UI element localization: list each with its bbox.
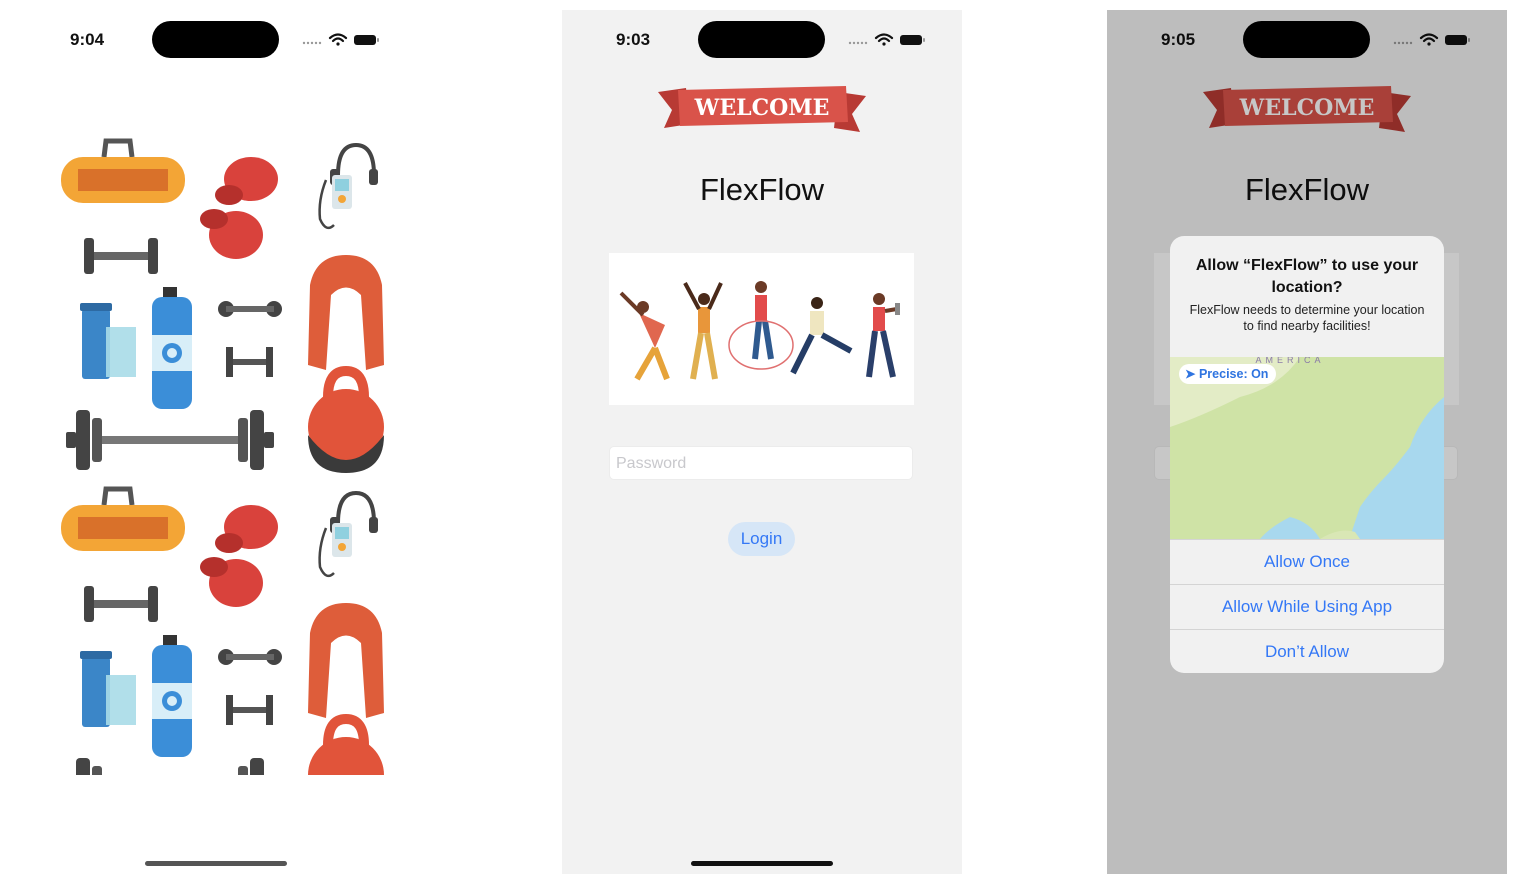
person-lifting-icon xyxy=(866,293,900,378)
home-indicator xyxy=(145,861,287,866)
signal-dots-icon xyxy=(302,41,322,45)
allow-while-using-button[interactable]: Allow While Using App xyxy=(1170,584,1444,629)
dont-allow-button[interactable]: Don’t Allow xyxy=(1170,629,1444,673)
welcome-banner: WELCOME xyxy=(658,86,866,132)
person-stretching-icon xyxy=(619,291,670,381)
login-button[interactable]: Login xyxy=(728,522,795,556)
wifi-icon xyxy=(874,33,894,46)
signal-dots-icon xyxy=(848,41,868,45)
location-arrow-icon: ➤ xyxy=(1185,367,1196,381)
splash-screen: 9:04 xyxy=(16,10,416,874)
location-permission-alert: Allow “FlexFlow” to use your location? F… xyxy=(1170,236,1444,673)
home-indicator xyxy=(691,861,833,866)
allow-once-button[interactable]: Allow Once xyxy=(1170,539,1444,584)
alert-message: FlexFlow needs to determine your locatio… xyxy=(1189,303,1425,333)
status-icons xyxy=(848,33,925,46)
fitness-illustration xyxy=(609,253,914,405)
battery-icon xyxy=(900,35,925,45)
banner-text: WELCOME xyxy=(694,95,830,121)
location-map: AMERICA xyxy=(1170,357,1444,539)
dynamic-island xyxy=(698,21,825,58)
precise-label: Precise: On xyxy=(1198,367,1269,381)
wifi-icon xyxy=(328,33,348,46)
dynamic-island xyxy=(152,21,279,58)
alert-title: Allow “FlexFlow” to use your location? xyxy=(1195,257,1419,296)
password-field[interactable]: Password xyxy=(609,446,913,480)
status-icons xyxy=(302,33,379,46)
fitness-pattern xyxy=(56,135,386,775)
location-permission-screen: 9:05 WELCOME FlexFlow Allow “FlexFlow” t… xyxy=(1107,10,1507,874)
person-lunging-icon xyxy=(790,297,853,375)
app-title: FlexFlow xyxy=(699,172,824,207)
people-exercising-image xyxy=(619,281,900,381)
login-screen: 9:03 WELCOME FlexFlow Password Login xyxy=(562,10,962,874)
person-jumping-rope-icon xyxy=(728,281,794,370)
status-time: 9:04 xyxy=(70,30,105,49)
battery-icon xyxy=(354,35,379,45)
precise-location-toggle[interactable]: ➤ Precise: On xyxy=(1179,364,1277,384)
person-cheering-icon xyxy=(683,282,723,380)
status-time: 9:03 xyxy=(616,30,651,49)
